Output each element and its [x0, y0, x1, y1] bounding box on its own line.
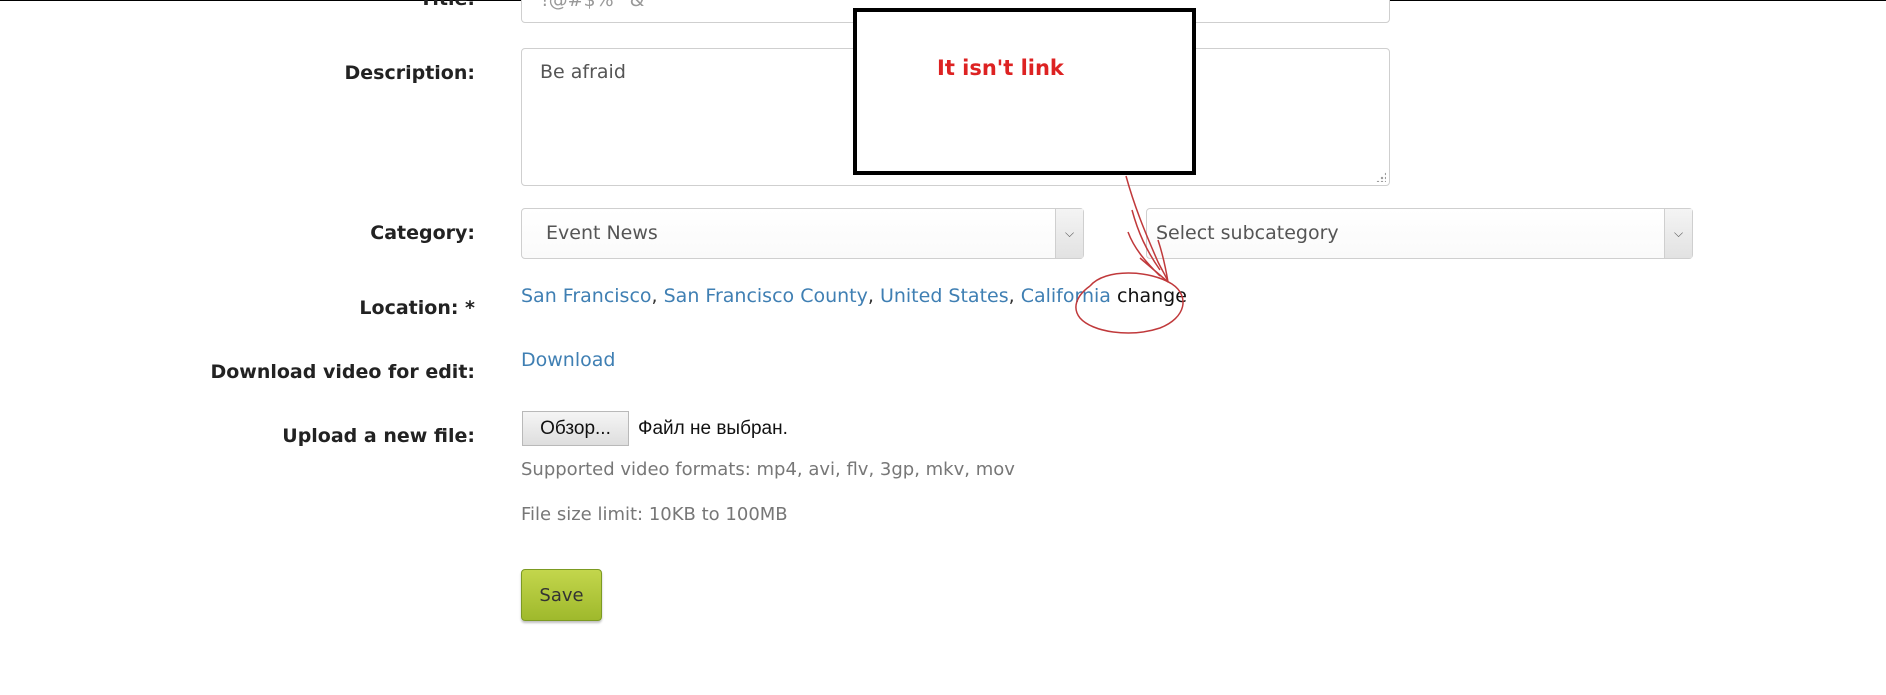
- location-separator: ,: [867, 285, 880, 307]
- location-separator: ,: [651, 285, 664, 307]
- resize-handle-icon[interactable]: [1376, 172, 1386, 182]
- location-link-city[interactable]: San Francisco: [521, 285, 652, 307]
- upload-label: Upload a new file:: [282, 425, 475, 447]
- chevron-down-icon[interactable]: ⌵: [1664, 209, 1692, 258]
- annotation-callout-box: It isn't link: [853, 8, 1196, 175]
- file-status-text: Файл не выбран.: [638, 418, 788, 439]
- file-size-limit-text: File size limit: 10KB to 100MB: [521, 504, 788, 525]
- browse-file-button[interactable]: Обзор...: [522, 411, 629, 446]
- description-value: Be afraid: [540, 61, 626, 83]
- download-label: Download video for edit:: [210, 361, 475, 383]
- location-link-state[interactable]: California: [1021, 285, 1111, 307]
- title-value: !@#$%^&: [541, 0, 645, 11]
- annotation-callout-text: It isn't link: [937, 56, 1064, 80]
- subcategory-select[interactable]: Select subcategory ⌵: [1146, 208, 1693, 259]
- chevron-down-icon[interactable]: ⌵: [1055, 209, 1083, 258]
- supported-formats-text: Supported video formats: mp4, avi, flv, …: [521, 459, 1015, 480]
- location-value: San Francisco, San Francisco County, Uni…: [521, 285, 1187, 307]
- location-label: Location: *: [359, 297, 475, 319]
- category-label: Category:: [370, 222, 475, 244]
- location-separator: ,: [1008, 285, 1021, 307]
- save-button[interactable]: Save: [521, 569, 602, 621]
- download-link[interactable]: Download: [521, 349, 615, 371]
- category-select[interactable]: Event News ⌵: [521, 208, 1084, 259]
- location-link-county[interactable]: San Francisco County: [664, 285, 868, 307]
- subcategory-placeholder: Select subcategory: [1156, 222, 1339, 244]
- category-selected-value: Event News: [546, 222, 658, 244]
- title-label: Title:: [419, 0, 475, 10]
- location-link-country[interactable]: United States: [880, 285, 1009, 307]
- description-label: Description:: [344, 62, 476, 84]
- location-change-text[interactable]: change: [1117, 285, 1187, 307]
